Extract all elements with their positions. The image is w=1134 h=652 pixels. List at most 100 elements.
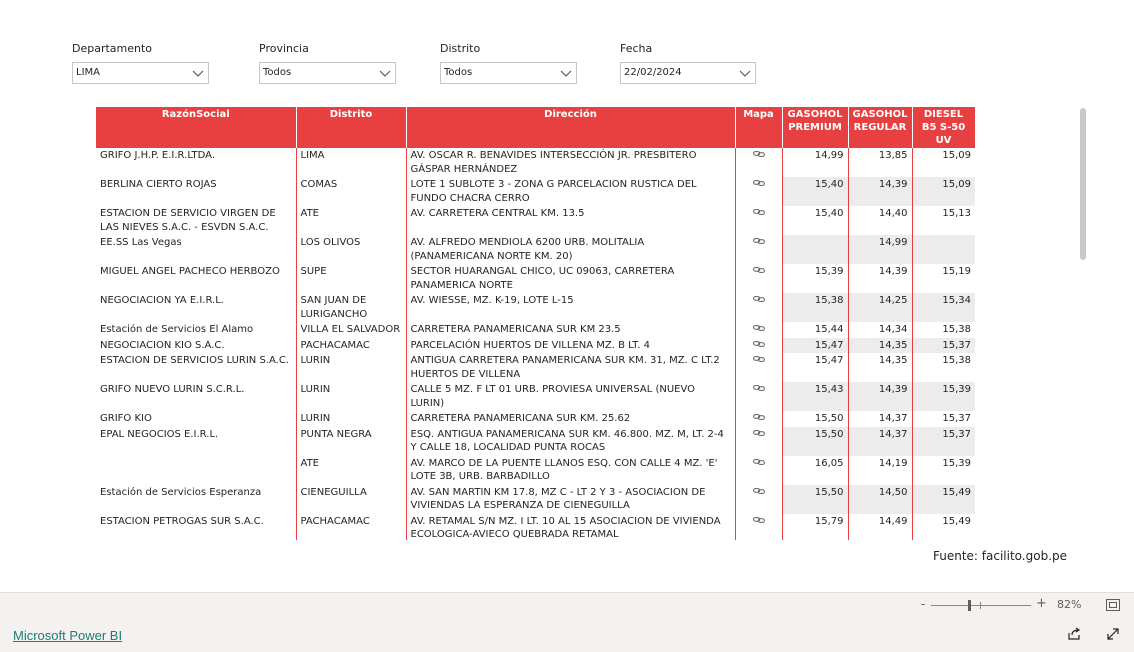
cell-gasohol-regular: 14,49 (848, 513, 913, 540)
expand-icon[interactable] (1106, 627, 1120, 641)
cell-diesel: 15,09 (942, 150, 971, 161)
column-header-distrito[interactable]: Distrito (296, 107, 407, 148)
dropdown-value: Todos (444, 67, 473, 78)
cell-gasohol-regular: 13,85 (848, 148, 913, 177)
cell-razon-social: EPAL NEGOCIOS E.I.R.L. (96, 426, 297, 456)
cell-distrito: LOS OLIVOS (296, 235, 407, 264)
link-icon[interactable] (752, 266, 765, 274)
cell-mapa (735, 206, 783, 235)
departamento-dropdown[interactable]: LIMA (72, 62, 209, 84)
zoom-slider-track[interactable] (931, 605, 1031, 606)
link-icon[interactable] (752, 295, 765, 303)
fit-to-page-icon[interactable] (1106, 599, 1120, 611)
cell-direccion: LOTE 1 SUBLOTE 3 - ZONA G PARCELACION RU… (406, 177, 736, 206)
cell-mapa (735, 353, 783, 382)
cell-gasohol-premium: 15,40 (782, 206, 849, 235)
table-row[interactable]: EPAL NEGOCIOS E.I.R.L. PUNTA NEGRA ESQ. AN… (96, 426, 975, 456)
cell-gasohol-premium: 14,99 (782, 148, 849, 177)
cell-diesel (912, 235, 975, 264)
table-row[interactable]: NEGOCIACION YA E.I.R.L. SAN JUAN DE LURIG… (96, 293, 975, 322)
cell-diesel: 15,39 (942, 457, 971, 469)
table-row[interactable]: ESTACION DE SERVICIO VIRGEN DE LAS NIEVE… (96, 206, 975, 235)
cell-gasohol-regular: 14,39 (848, 177, 913, 206)
cell-razon-social: ESTACION DE SERVICIOS LURIN S.A.C. (96, 353, 297, 382)
cell-distrito: PUNTA NEGRA (296, 426, 407, 456)
prices-table: RazónSocial Distrito Dirección Mapa GASO… (96, 107, 975, 540)
column-header-premium[interactable]: GASOHOL PREMIUM (782, 107, 849, 148)
link-icon[interactable] (752, 384, 765, 392)
prices-table-container[interactable]: RazónSocial Distrito Dirección Mapa GASO… (96, 107, 975, 540)
cell-distrito: LURIN (296, 382, 407, 411)
link-icon[interactable] (752, 487, 765, 495)
cell-mapa (735, 264, 783, 293)
link-icon[interactable] (752, 179, 765, 187)
zoom-slider-thumb[interactable] (968, 600, 971, 611)
link-icon[interactable] (752, 324, 765, 332)
cell-diesel: 15,09 (912, 177, 975, 206)
cell-diesel: 15,34 (912, 293, 975, 322)
column-header-mapa[interactable]: Mapa (735, 107, 783, 148)
cell-gasohol-regular: 14,35 (848, 353, 913, 382)
filter-fecha: Fecha 22/02/2024 (620, 42, 756, 84)
table-row[interactable]: ESTACION DE SERVICIOS LURIN S.A.C. LURIN A… (96, 353, 975, 382)
cell-gasohol-regular: 14,25 (848, 293, 913, 322)
table-row[interactable]: ATE AV. MARCO DE LA PUENTE LLANOS ESQ. CO… (96, 455, 975, 485)
power-bi-link[interactable]: Microsoft Power BI (13, 628, 122, 643)
cell-direccion: PARCELACIÓN HUERTOS DE VILLENA MZ. B LT.… (406, 337, 736, 353)
cell-razon-social: ESTACION DE SERVICIO VIRGEN DE LAS NIEVE… (96, 206, 297, 235)
link-icon[interactable] (752, 516, 765, 524)
column-header-razon[interactable]: RazónSocial (96, 107, 297, 148)
cell-gasohol-premium (782, 235, 849, 264)
cell-razon-social: Estación de Servicios El Alamo (96, 322, 297, 338)
cell-gasohol-regular: 14,37 (848, 411, 913, 427)
table-row[interactable]: Estación de Servicios Esperanza CIENEGUIL… (96, 484, 975, 514)
link-icon[interactable] (752, 458, 765, 466)
provincia-dropdown[interactable]: Todos (259, 62, 396, 84)
table-row[interactable]: GRIFO NUEVO LURIN S.C.R.L. LURIN CALLE 5 M… (96, 382, 975, 411)
cell-direccion: AV. RETAMAL S/N MZ. I LT. 10 AL 15 ASOCI… (406, 513, 736, 540)
table-row[interactable]: Estación de Servicios El Alamo VILLA EL S… (96, 322, 975, 338)
link-icon[interactable] (752, 413, 765, 421)
table-row[interactable]: GRIFO KIO LURIN CARRETERA PANAMERICANA SUR… (96, 411, 975, 427)
cell-distrito: COMAS (296, 177, 407, 206)
link-icon[interactable] (752, 237, 765, 245)
table-row[interactable]: GRIFO J.H.P. E.I.R.LTDA. LIMA AV. OSCAR R.… (96, 148, 975, 177)
cell-diesel: 15,13 (942, 208, 971, 219)
zoom-percent: 82% (1057, 598, 1082, 611)
link-icon[interactable] (752, 429, 765, 437)
cell-gasohol-regular: 14,99 (848, 235, 913, 264)
column-header-diesel[interactable]: DIESEL B5 S-50 UV (912, 107, 975, 148)
cell-direccion: ESQ. ANTIGUA PANAMERICANA SUR KM. 46.800… (406, 426, 736, 456)
table-row[interactable]: EE.SS Las Vegas LOS OLIVOS AV. ALFREDO MEN… (96, 235, 975, 264)
filter-distrito: Distrito Todos (440, 42, 577, 84)
link-icon[interactable] (752, 208, 765, 216)
cell-direccion: SECTOR HUARANGAL CHICO, UC 09063, CARRET… (406, 264, 736, 293)
cell-gasohol-premium: 15,40 (782, 177, 849, 206)
link-icon[interactable] (752, 355, 765, 363)
zoom-out-button[interactable]: - (921, 597, 925, 611)
cell-direccion: AV. CARRETERA CENTRAL KM. 13.5 (406, 206, 736, 235)
share-icon[interactable] (1067, 627, 1081, 641)
distrito-dropdown[interactable]: Todos (440, 62, 577, 84)
vertical-scrollbar[interactable] (1080, 108, 1086, 260)
cell-gasohol-premium: 15,50 (782, 484, 849, 514)
cell-distrito: PACHACAMAC (296, 513, 407, 540)
table-row[interactable]: NEGOCIACION KIO S.A.C. PACHACAMAC PARCELAC… (96, 337, 975, 353)
cell-razon-social: GRIFO KIO (96, 411, 297, 427)
cell-diesel: 15,37 (912, 426, 975, 456)
cell-mapa (735, 293, 783, 322)
cell-diesel: 15,37 (912, 337, 975, 353)
filter-label: Provincia (259, 42, 309, 55)
cell-mapa (735, 322, 783, 338)
zoom-in-button[interactable]: + (1036, 596, 1047, 611)
link-icon[interactable] (752, 150, 765, 158)
table-row[interactable]: MIGUEL ANGEL PACHECO HERBOZO SUPE SECTOR H… (96, 264, 975, 293)
table-row[interactable]: BERLINA CIERTO ROJAS COMAS LOTE 1 SUBLOTE … (96, 177, 975, 206)
zoom-bar: - + 82% (0, 592, 1134, 618)
fecha-dropdown[interactable]: 22/02/2024 (620, 62, 756, 84)
link-icon[interactable] (752, 340, 765, 348)
column-header-direccion[interactable]: Dirección (406, 107, 736, 148)
column-header-regular[interactable]: GASOHOL REGULAR (848, 107, 913, 148)
cell-gasohol-premium: 15,50 (782, 426, 849, 456)
table-row[interactable]: ESTACION PETROGAS SUR S.A.C. PACHACAMAC AV… (96, 513, 975, 540)
